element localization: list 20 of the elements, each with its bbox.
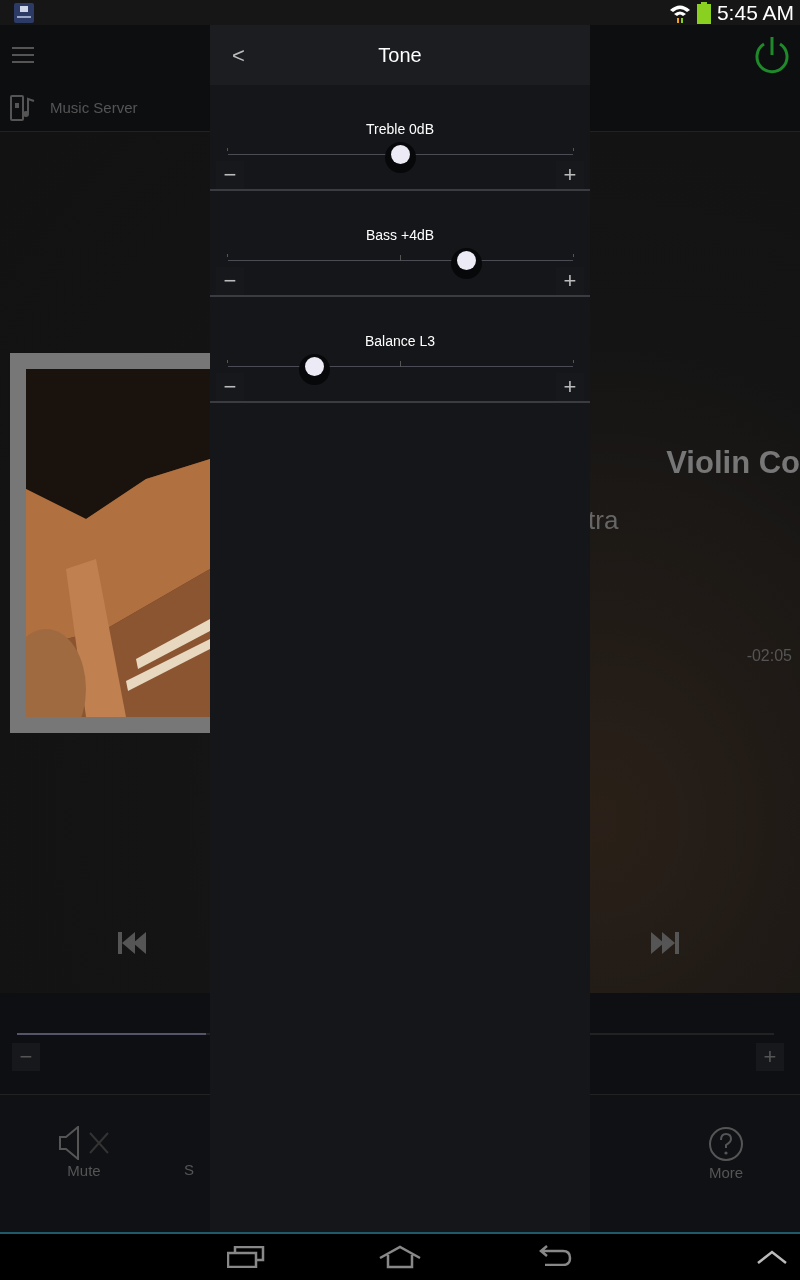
previous-icon[interactable] <box>118 930 148 956</box>
back-icon[interactable] <box>539 1244 573 1266</box>
battery-icon <box>696 1 711 24</box>
home-icon[interactable] <box>378 1245 422 1269</box>
panel-title: Tone <box>378 43 422 68</box>
slider-label: Bass +4dB <box>365 226 435 245</box>
slider-label: Balance L3 <box>364 332 436 351</box>
back-button[interactable]: < <box>232 39 245 72</box>
clock-time: 5:45 AM <box>716 2 794 23</box>
source-label: Music Server <box>50 97 138 118</box>
recent-apps-icon[interactable] <box>227 1246 265 1268</box>
help-icon <box>708 1126 744 1162</box>
track-artist: tra <box>588 503 619 537</box>
speaker-mute-icon <box>56 1126 112 1160</box>
remaining-time: -02:05 <box>746 645 792 666</box>
app-icon <box>14 2 34 23</box>
slider-label: Treble 0dB <box>366 120 434 139</box>
chevron-up-icon[interactable] <box>757 1250 787 1264</box>
menu-icon[interactable] <box>12 47 34 63</box>
track-title: Violin Co <box>666 444 800 482</box>
